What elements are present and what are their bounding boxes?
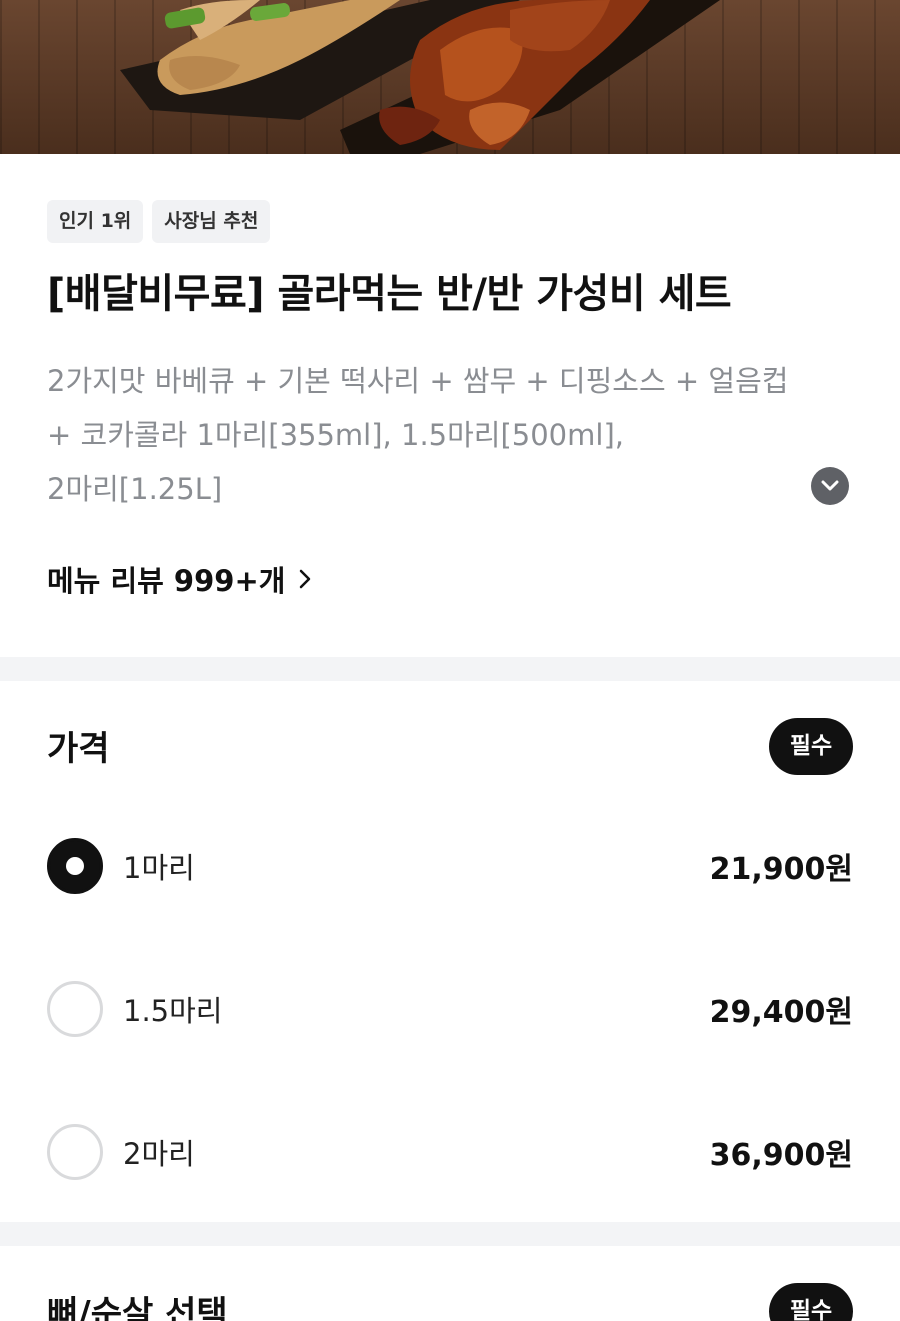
bone-section-title: 뼈/순살 선택 [47,1294,228,1321]
menu-review-link[interactable]: 메뉴 리뷰 999+개 [47,558,311,600]
expand-description-button[interactable] [811,467,849,505]
section-divider [0,657,900,681]
price-option-1-5[interactable]: 1.5마리 29,400원 [47,981,853,1037]
chevron-right-icon [300,569,311,589]
menu-info-section: 인기 1위 사장님 추천 [배달비무료] 골라먹는 반/반 가성비 세트 2가지… [0,154,900,656]
radio-button-selected[interactable] [47,838,103,894]
owner-recommend-badge: 사장님 추천 [152,200,271,243]
price-option-2[interactable]: 2마리 36,900원 [47,1124,853,1180]
chicken-food-illustration [120,0,720,154]
review-label: 메뉴 리뷰 999+개 [47,564,286,598]
menu-title: [배달비무료] 골라먹는 반/반 가성비 세트 [47,271,732,317]
badge-list: 인기 1위 사장님 추천 [47,200,271,243]
price-section-title: 가격 [47,729,110,769]
price-option-section: 가격 필수 1마리 21,900원 1.5마리 29,400원 2마리 36,9… [0,681,900,1222]
option-price: 36,900원 [709,1138,853,1173]
option-price: 21,900원 [709,852,853,887]
required-badge: 필수 [769,1283,853,1321]
description-line: 2마리[1.25L] [47,472,223,506]
popular-badge: 인기 1위 [47,200,144,243]
required-badge: 필수 [769,718,853,775]
option-label: 1마리 [123,851,195,885]
price-option-1[interactable]: 1마리 21,900원 [47,838,853,894]
menu-description: 2가지맛 바베큐 + 기본 떡사리 + 쌈무 + 디핑소스 + 얼음컵 + 코카… [47,354,859,516]
option-price: 29,400원 [709,995,853,1030]
bone-option-section: 뼈/순살 선택 필수 [0,1246,900,1321]
option-label: 1.5마리 [123,994,223,1028]
description-line: + 코카콜라 1마리[355ml], 1.5마리[500ml], [47,418,624,452]
option-label: 2마리 [123,1137,195,1171]
chevron-down-icon [821,480,839,491]
description-line: 2가지맛 바베큐 + 기본 떡사리 + 쌈무 + 디핑소스 + 얼음컵 [47,364,789,398]
radio-button[interactable] [47,1124,103,1180]
radio-button[interactable] [47,981,103,1037]
menu-hero-image [0,0,900,154]
section-divider [0,1222,900,1246]
